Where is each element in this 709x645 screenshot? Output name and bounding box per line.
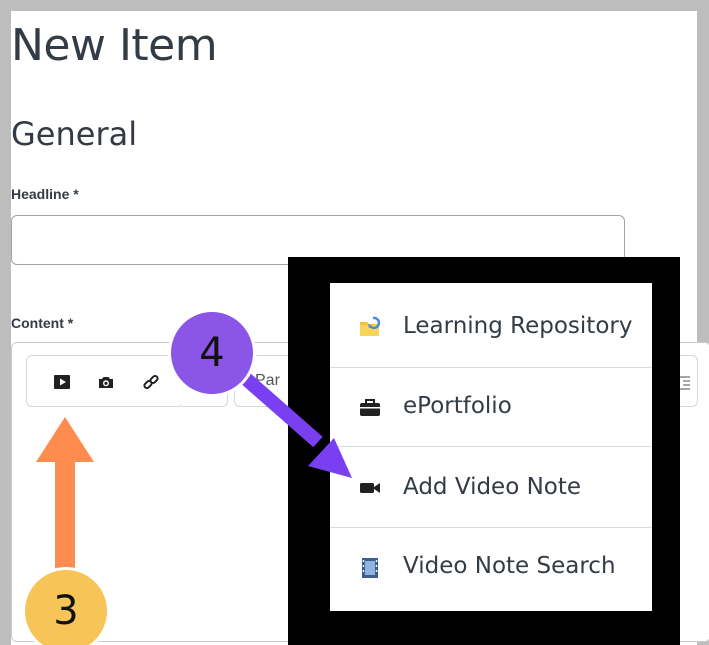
menu-item-eportfolio[interactable]: ePortfolio bbox=[330, 368, 652, 448]
insert-stuff-menu: Learning Repository ePortfolio Add Video… bbox=[330, 283, 652, 611]
section-title-general: General bbox=[11, 115, 138, 153]
learning-repository-icon bbox=[358, 315, 382, 339]
page-title: New Item bbox=[11, 20, 218, 71]
step-4-badge: 4 bbox=[168, 309, 256, 397]
menu-item-label: Learning Repository bbox=[403, 313, 633, 339]
step-3-badge: 3 bbox=[22, 567, 110, 645]
video-icon[interactable] bbox=[52, 372, 72, 392]
menu-item-label: Video Note Search bbox=[403, 553, 616, 579]
menu-item-learning-repository[interactable]: Learning Repository bbox=[330, 287, 652, 367]
format-select-value: Par bbox=[255, 372, 280, 389]
video-camera-icon bbox=[358, 476, 382, 500]
menu-item-video-note-search[interactable]: Video Note Search bbox=[330, 528, 652, 608]
menu-item-add-video-note[interactable]: Add Video Note bbox=[330, 447, 652, 527]
menu-item-label: ePortfolio bbox=[403, 393, 512, 419]
headline-label: Headline * bbox=[11, 186, 79, 202]
eportfolio-icon bbox=[358, 395, 382, 419]
content-label: Content * bbox=[11, 315, 74, 331]
link-icon[interactable] bbox=[141, 372, 161, 392]
camera-icon[interactable] bbox=[96, 372, 116, 392]
film-icon bbox=[358, 556, 382, 580]
menu-item-label: Add Video Note bbox=[403, 474, 582, 500]
